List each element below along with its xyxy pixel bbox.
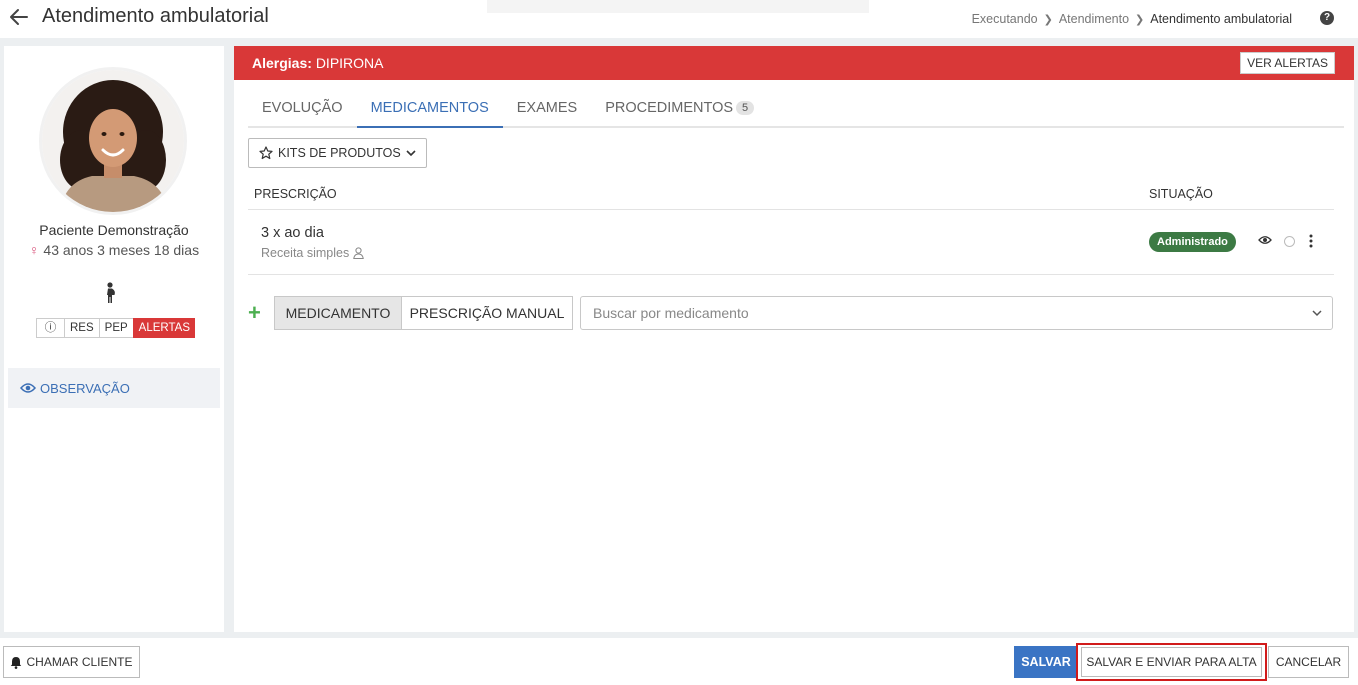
allergy-value: DIPIRONA [315, 55, 384, 71]
prescription-table-header: PRESCRIÇÃO SITUAÇÃO [248, 180, 1334, 210]
sidebar-item-label: OBSERVAÇÃO [40, 380, 130, 396]
call-client-label: CHAMAR CLIENTE [26, 655, 133, 669]
chevron-down-icon [1312, 310, 1322, 317]
allergy-alert-bar: Alergias: DIPIRONA VER ALERTAS [234, 46, 1354, 80]
save-button[interactable]: SALVAR [1014, 646, 1078, 678]
main-panel: Alergias: DIPIRONA VER ALERTAS EVOLUÇÃO … [234, 46, 1354, 632]
female-icon: ♀ [28, 242, 40, 258]
tag-pep[interactable]: PEP [98, 318, 133, 338]
chevron-right-icon: ❯ [1135, 13, 1145, 26]
count-badge: 5 [736, 101, 755, 115]
product-kits-label: KITS DE PRODUTOS [278, 146, 401, 160]
column-header-prescription: PRESCRIÇÃO [254, 187, 337, 201]
star-icon [259, 146, 273, 160]
tab-evolucao[interactable]: EVOLUÇÃO [248, 94, 357, 128]
plus-icon[interactable]: + [248, 302, 261, 324]
page-title: Atendimento ambulatorial [42, 5, 269, 27]
search-placeholder: Buscar por medicamento [593, 305, 749, 321]
cancel-button[interactable]: CANCELAR [1268, 646, 1349, 678]
breadcrumb: Executando ❯ Atendimento ❯ Atendimento a… [972, 12, 1292, 26]
prescription-type: Receita simples [261, 246, 350, 260]
call-client-button[interactable]: CHAMAR CLIENTE [3, 646, 140, 678]
user-icon [353, 247, 365, 259]
allergy-text: Alergias: DIPIRONA [252, 55, 384, 71]
save-and-send-discharge-button[interactable]: SALVAR E ENVIAR PARA ALTA [1081, 647, 1262, 677]
info-icon[interactable]: ⓘ [36, 318, 64, 338]
avatar [42, 70, 184, 212]
status-badge: Administrado [1149, 232, 1236, 252]
row-radio[interactable] [1284, 236, 1295, 247]
pregnant-person-icon [107, 282, 115, 303]
top-bar: Atendimento ambulatorial Executando ❯ At… [0, 0, 1358, 38]
breadcrumb-item-executando[interactable]: Executando [972, 12, 1038, 26]
medication-search-select[interactable]: Buscar por medicamento [580, 296, 1333, 330]
table-row[interactable]: 3 x ao dia Receita simples Administrado [248, 210, 1334, 275]
product-kits-button[interactable]: KITS DE PRODUTOS [248, 138, 427, 168]
patient-panel: Paciente Demonstração ♀ 43 anos 3 meses 1… [4, 46, 224, 632]
tab-label: MEDICAMENTOS [370, 100, 489, 116]
tab-label: EXAMES [516, 100, 578, 116]
eye-icon[interactable] [1258, 235, 1272, 245]
breadcrumb-item-atendimento[interactable]: Atendimento [1059, 12, 1129, 26]
allergy-label: Alergias: [252, 55, 312, 71]
arrow-left-icon[interactable] [8, 6, 30, 28]
top-placeholder-bar [487, 0, 869, 13]
question-circle-icon[interactable]: ? [1320, 11, 1334, 25]
chevron-right-icon: ❯ [1043, 13, 1053, 26]
tab-label: EVOLUÇÃO [262, 100, 343, 116]
tab-label: PROCEDIMENTOS [605, 100, 734, 116]
tab-procedimentos[interactable]: PROCEDIMENTOS 5 [591, 94, 768, 128]
view-alerts-button[interactable]: VER ALERTAS [1240, 52, 1335, 74]
patient-age-text: 43 anos 3 meses 18 dias [43, 242, 200, 258]
tag-res[interactable]: RES [64, 318, 99, 338]
footer-bar: CHAMAR CLIENTE SALVAR SALVAR E ENVIAR PA… [0, 638, 1358, 685]
sidebar-item-observacao[interactable]: OBSERVAÇÃO [8, 368, 220, 408]
kebab-menu-icon[interactable] [1308, 234, 1314, 248]
tabs: EVOLUÇÃO MEDICAMENTOS EXAMES PROCEDIMENT… [248, 94, 1344, 128]
tag-alertas[interactable]: ALERTAS [132, 318, 196, 338]
chevron-down-icon [406, 150, 416, 157]
breadcrumb-item-current: Atendimento ambulatorial [1150, 12, 1292, 26]
column-header-status: SITUAÇÃO [1149, 187, 1213, 201]
patient-tags: ⓘ RES PEP ALERTAS [36, 318, 196, 338]
manual-prescription-button[interactable]: PRESCRIÇÃO MANUAL [401, 296, 573, 330]
tab-exames[interactable]: EXAMES [503, 94, 591, 128]
eye-icon [20, 383, 36, 393]
bell-icon [11, 656, 22, 669]
patient-age: ♀ 43 anos 3 meses 18 dias [4, 242, 224, 258]
tab-medicamentos[interactable]: MEDICAMENTOS [356, 94, 503, 128]
prescription-subtitle: Receita simples [261, 246, 365, 260]
patient-name: Paciente Demonstração [39, 222, 189, 238]
prescription-title: 3 x ao dia [261, 225, 324, 241]
medication-tab-button[interactable]: MEDICAMENTO [274, 296, 402, 330]
